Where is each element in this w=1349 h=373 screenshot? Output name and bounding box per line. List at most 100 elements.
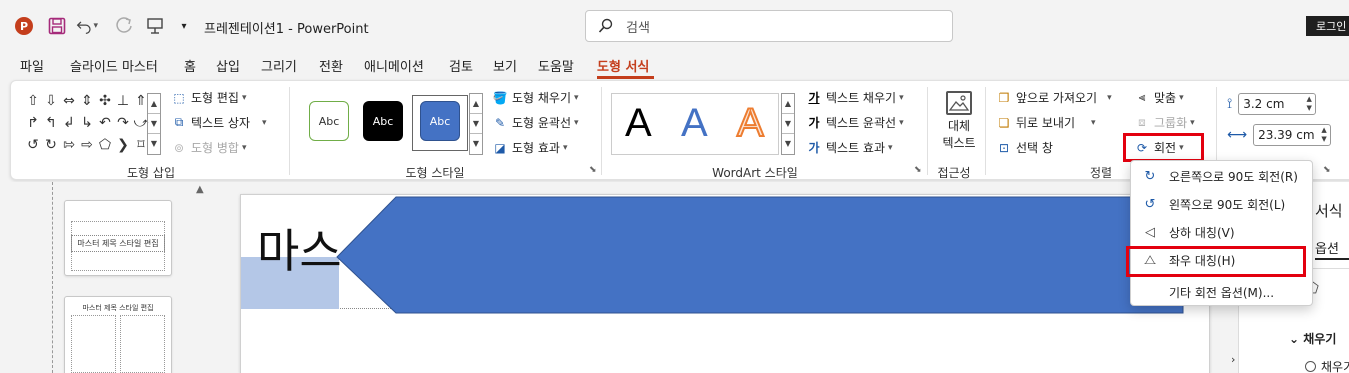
scroll-up-icon[interactable]: ▲ [782, 94, 794, 114]
send-backward-button[interactable]: ❏ 뒤로 보내기 ▾ [996, 114, 1096, 131]
shape-outline-button[interactable]: ✎ 도형 윤곽선 ▾ [492, 114, 579, 131]
login-button[interactable]: 로그인 [1306, 16, 1349, 36]
undo-icon[interactable]: ▾ [76, 16, 98, 36]
u-turn-arrow-shape-icon[interactable]: ↰ [43, 115, 59, 131]
fill-section-header[interactable]: ⌄ 채우기 [1289, 330, 1336, 347]
redo-icon[interactable] [112, 16, 136, 36]
shape-height-value[interactable]: 3.2 cm [1243, 97, 1284, 111]
wordart-preset-black[interactable]: A [625, 103, 652, 143]
tab-help[interactable]: 도움말 [538, 56, 574, 75]
width-spinner-icon[interactable]: ▲ ▼ [1318, 126, 1330, 144]
tab-slide-master[interactable]: 슬라이드 마스터 [70, 56, 158, 75]
alt-text-button[interactable]: 대체 텍스트 [938, 91, 980, 152]
selection-pane-icon: ⊡ [998, 140, 1010, 155]
down-arrow-shape-icon[interactable]: ⇩ [43, 93, 59, 109]
chevron-shape[interactable] [241, 195, 1211, 315]
merge-shapes-button[interactable]: ⊚ 도형 병합 ▾ [171, 139, 247, 156]
text-box-button[interactable]: ⧉ 텍스트 상자 ▾ [171, 114, 267, 131]
tab-draw[interactable]: 그리기 [261, 56, 297, 75]
curved-right-arrow-shape-icon[interactable]: ↶ [97, 115, 113, 131]
bent-up-arrow-shape-icon[interactable]: ↳ [79, 115, 95, 131]
dialog-launcher-icon[interactable]: ⬊ [1323, 165, 1333, 175]
scroll-down-icon[interactable]: ▼ [470, 114, 482, 134]
chevron-shape-icon[interactable]: ❯ [115, 137, 131, 153]
up-down-arrow-shape-icon[interactable]: ⇕ [79, 93, 95, 109]
fill-option-radio[interactable]: 채우기 [1305, 358, 1349, 373]
tab-transitions[interactable]: 전환 [319, 56, 343, 75]
striped-arrow-shape-icon[interactable]: ⇰ [61, 137, 77, 153]
slide[interactable]: 마스 › [240, 194, 1235, 373]
height-spinner-icon[interactable]: ▲ ▼ [1303, 95, 1315, 113]
selection-pane-button[interactable]: ⊡ 선택 창 [996, 139, 1053, 156]
triple-arrow-shape-icon[interactable]: ⊥ [115, 93, 131, 109]
search-icon [598, 18, 613, 33]
align-button[interactable]: ⫷ 맞춤 ▾ [1134, 89, 1184, 106]
quad-arrow-shape-icon[interactable]: ✣ [97, 93, 113, 109]
tab-view[interactable]: 보기 [493, 56, 517, 75]
tab-shape-format[interactable]: 도형 서식 [597, 56, 649, 75]
curved-down-arrow-shape-icon[interactable]: ↻ [43, 137, 59, 153]
group-label-wordart: WordArt 스타일 [712, 166, 798, 180]
text-outline-button[interactable]: 가 텍스트 윤곽선 ▾ [806, 114, 903, 131]
notched-arrow-shape-icon[interactable]: ⇨ [79, 137, 95, 153]
group-divider [289, 87, 290, 175]
slide-canvas: 마스 › [212, 182, 1238, 373]
scroll-up-icon[interactable]: ▲ [470, 94, 482, 114]
customize-qat-icon[interactable]: ▾ [176, 16, 192, 36]
save-icon[interactable] [46, 16, 68, 36]
scroll-up-icon[interactable]: ▲ [148, 94, 160, 114]
left-right-arrow-shape-icon[interactable]: ⇔ [61, 93, 77, 109]
group-divider [927, 87, 928, 175]
shape-fill-button[interactable]: 🪣 도형 채우기 ▾ [492, 89, 579, 106]
dialog-launcher-icon[interactable]: ⬊ [589, 165, 599, 175]
flip-vertical-item[interactable]: ◁ 상하 대칭(V) [1131, 219, 1312, 245]
text-fill-button[interactable]: 가 텍스트 채우기 ▾ [806, 89, 903, 106]
pane-scroll-up-icon[interactable]: ▲ [196, 184, 204, 195]
left-up-arrow-shape-icon[interactable]: ↲ [61, 115, 77, 131]
shape-height-field[interactable]: ⟟ 3.2 cm ▲ ▼ [1227, 92, 1333, 116]
bring-forward-button[interactable]: ❐ 앞으로 가져오기 ▾ [996, 89, 1112, 106]
presentation-icon[interactable] [144, 16, 166, 36]
up-arrow-shape-icon[interactable]: ⇧ [25, 93, 41, 109]
shape-width-value[interactable]: 23.39 cm [1258, 128, 1314, 142]
shape-style-preset-outline[interactable]: Abc [309, 101, 349, 141]
wordart-gallery-scroll[interactable]: ▲ ▼ ▼ [781, 93, 795, 155]
scroll-down-icon[interactable]: ▼ [148, 114, 160, 134]
gallery-more-icon[interactable]: ▼ [782, 134, 794, 154]
shape-style-preset-black[interactable]: Abc [363, 101, 403, 141]
circular-arrow-shape-icon[interactable]: ↺ [25, 137, 41, 153]
rotate-right-90-item[interactable]: ↻ 오른쪽으로 90도 회전(R) [1131, 163, 1312, 189]
text-effects-button[interactable]: 가 텍스트 효과 ▾ [806, 139, 892, 156]
group-button[interactable]: ⧈ 그룹화 ▾ [1134, 114, 1194, 131]
slide-thumbnail-1[interactable]: 마스터 제목 스타일 편집 [64, 200, 172, 276]
gallery-more-icon[interactable]: ▼ [148, 134, 160, 154]
group-divider [985, 87, 986, 175]
edit-shape-button[interactable]: ⬚ 도형 편집 ▾ [171, 89, 246, 106]
scroll-down-icon[interactable]: ▼ [782, 114, 794, 134]
align-label: 맞춤 [1154, 91, 1177, 105]
shape-gallery-scroll[interactable]: ▲ ▼ ▼ [147, 93, 161, 155]
rotate-left-90-item[interactable]: ↺ 왼쪽으로 90도 회전(L) [1131, 191, 1312, 217]
shape-style-gallery-scroll[interactable]: ▲ ▼ ▼ [469, 93, 483, 155]
search-box[interactable]: 검색 [585, 10, 953, 42]
more-rotation-options-label: 기타 회전 옵션(M)... [1169, 285, 1275, 300]
format-pane-tab-options[interactable]: 옵션 [1315, 238, 1339, 257]
shape-effects-button[interactable]: ◪ 도형 효과 ▾ [492, 139, 567, 156]
pentagon-shape-icon[interactable]: ⬠ [97, 137, 113, 153]
shape-style-preset-blue[interactable]: Abc [420, 101, 460, 141]
tab-insert[interactable]: 삽입 [216, 56, 240, 75]
wordart-preset-blue[interactable]: A [681, 103, 708, 143]
bent-arrow-shape-icon[interactable]: ↱ [25, 115, 41, 131]
tab-file[interactable]: 파일 [20, 56, 44, 75]
tab-review[interactable]: 검토 [449, 56, 473, 75]
gallery-more-icon[interactable]: ▼ [470, 134, 482, 154]
curved-left-arrow-shape-icon[interactable]: ↷ [115, 115, 131, 131]
dialog-launcher-icon[interactable]: ⬊ [914, 165, 924, 175]
shape-width-field[interactable]: ⟷ 23.39 cm ▲ ▼ [1227, 123, 1333, 147]
slide-thumbnail-2[interactable]: 마스터 제목 스타일 편집 [64, 296, 172, 373]
tab-home[interactable]: 홈 [184, 56, 196, 75]
wordart-preset-orange[interactable]: A [736, 102, 765, 144]
shape-gallery[interactable]: ⇧ ⇩ ⇔ ⇕ ✣ ⊥ ⇑ ↱ ↰ ↲ ↳ ↶ ↷ ⤻ ↺ ↻ ⇰ ⇨ ⬠ ❯ … [25, 93, 151, 155]
more-rotation-options-item[interactable]: 기타 회전 옵션(M)... [1131, 279, 1312, 305]
tab-animations[interactable]: 애니메이션 [364, 56, 424, 75]
